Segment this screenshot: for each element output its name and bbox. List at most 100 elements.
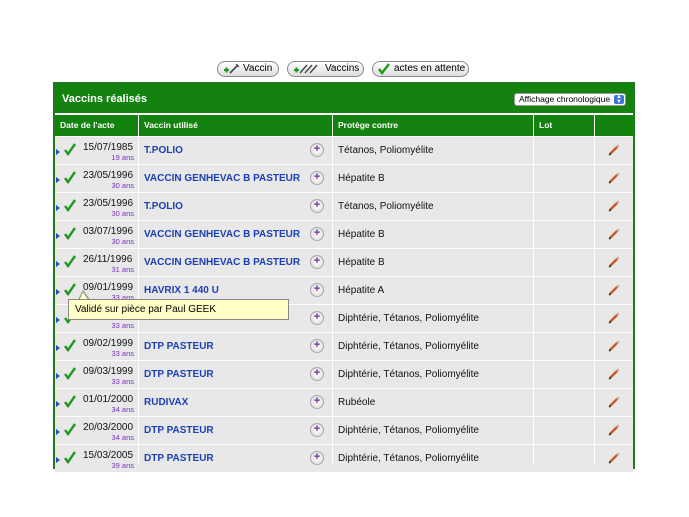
plus-icon[interactable]: + <box>310 311 324 325</box>
lot-cell <box>534 193 594 220</box>
pencil-icon[interactable] <box>608 395 620 413</box>
protects-cell: Rubéole <box>333 389 533 416</box>
act-date: 09/02/1999 <box>83 338 134 349</box>
pencil-icon[interactable] <box>608 339 620 357</box>
check-icon <box>63 395 77 413</box>
vaccine-cell: T.POLIO + <box>139 137 332 164</box>
vaccine-link[interactable]: DTP PASTEUR <box>144 369 214 380</box>
pencil-icon[interactable] <box>608 227 620 245</box>
protects-against: Diphtérie, Tétanos, Poliomyélite <box>338 369 479 380</box>
pending-acts-button[interactable]: actes en attente <box>372 61 469 77</box>
expand-row-icon[interactable] <box>56 317 60 323</box>
expand-row-icon[interactable] <box>56 373 60 379</box>
vaccine-cell: DTP PASTEUR + <box>139 445 332 472</box>
table-row: 15/03/2005 39 ans DTP PASTEUR + Diphtéri… <box>55 445 633 472</box>
vaccine-link[interactable]: DTP PASTEUR <box>144 341 214 352</box>
protects-against: Hépatite B <box>338 173 385 184</box>
expand-row-icon[interactable] <box>56 177 60 183</box>
plus-icon[interactable]: + <box>310 367 324 381</box>
expand-row-icon[interactable] <box>56 261 60 267</box>
protects-cell: Hépatite B <box>333 165 533 192</box>
check-icon <box>63 171 77 189</box>
syringe-icon <box>222 63 240 75</box>
actions-cell <box>595 333 633 360</box>
vaccine-link[interactable]: RUDIVAX <box>144 397 188 408</box>
sort-select-value: Affichage chronologique <box>519 94 611 104</box>
vaccine-cell: DTP PASTEUR + <box>139 361 332 388</box>
col-header-vaccine[interactable]: Vaccin utilisé <box>139 115 332 136</box>
expand-row-icon[interactable] <box>56 345 60 351</box>
expand-row-icon[interactable] <box>56 233 60 239</box>
vaccine-link[interactable]: DTP PASTEUR <box>144 425 214 436</box>
vaccine-link[interactable]: VACCIN GENHEVAC B PASTEUR <box>144 173 300 184</box>
vaccine-link[interactable]: VACCIN GENHEVAC B PASTEUR <box>144 229 300 240</box>
vaccine-link[interactable]: T.POLIO <box>144 145 183 156</box>
pencil-icon[interactable] <box>608 199 620 217</box>
pencil-icon[interactable] <box>608 423 620 441</box>
add-vaccins-label: Vaccins <box>325 63 360 74</box>
expand-row-icon[interactable] <box>56 149 60 155</box>
vaccine-link[interactable]: VACCIN GENHEVAC B PASTEUR <box>144 257 300 268</box>
plus-icon[interactable]: + <box>310 171 324 185</box>
check-icon <box>63 143 77 161</box>
date-cell: 23/05/1996 30 ans <box>55 193 138 220</box>
vaccine-link[interactable]: T.POLIO <box>144 201 183 212</box>
plus-icon[interactable]: + <box>310 283 324 297</box>
plus-icon[interactable]: + <box>310 199 324 213</box>
col-header-lot[interactable]: Lot <box>534 115 594 136</box>
pencil-icon[interactable] <box>608 143 620 161</box>
patient-age: 30 ans <box>111 237 134 246</box>
plus-icon[interactable]: + <box>310 423 324 437</box>
date-cell: 03/07/1996 30 ans <box>55 221 138 248</box>
plus-icon[interactable]: + <box>310 395 324 409</box>
expand-row-icon[interactable] <box>56 289 60 295</box>
protects-cell: Diphtérie, Tétanos, Poliomyélite <box>333 305 533 332</box>
patient-age: 33 ans <box>111 321 134 330</box>
vaccine-link[interactable]: DTP PASTEUR <box>144 453 214 464</box>
plus-icon[interactable]: + <box>310 451 324 465</box>
table-row: 23/05/1996 30 ans VACCIN GENHEVAC B PAST… <box>55 165 633 192</box>
pencil-icon[interactable] <box>608 283 620 301</box>
column-divider <box>594 115 595 465</box>
protects-cell: Hépatite B <box>333 249 533 276</box>
vaccine-link[interactable]: HAVRIX 1 440 U <box>144 285 219 296</box>
date-cell: 09/02/1999 33 ans <box>55 333 138 360</box>
lot-cell <box>534 165 594 192</box>
sort-select[interactable]: Affichage chronologique ▲ ▼ <box>514 93 626 106</box>
act-date: 20/03/2000 <box>83 422 134 433</box>
add-vaccin-button[interactable]: Vaccin <box>217 61 279 77</box>
protects-cell: Diphtérie, Tétanos, Poliomyélite <box>333 361 533 388</box>
table-row: 09/02/1999 33 ans DTP PASTEUR + Diphtéri… <box>55 333 633 360</box>
add-vaccins-button[interactable]: Vaccins <box>287 61 364 77</box>
check-icon <box>63 423 77 441</box>
plus-icon[interactable]: + <box>310 339 324 353</box>
protects-cell: Diphtérie, Tétanos, Poliomyélite <box>333 445 533 472</box>
plus-icon[interactable]: + <box>310 227 324 241</box>
col-header-protects[interactable]: Protège contre <box>333 115 533 136</box>
vaccine-cell: T.POLIO + <box>139 193 332 220</box>
pencil-icon[interactable] <box>608 367 620 385</box>
plus-icon[interactable]: + <box>310 143 324 157</box>
col-header-date[interactable]: Date de l'acte <box>55 115 138 136</box>
pencil-icon[interactable] <box>608 171 620 189</box>
protects-cell: Hépatite B <box>333 221 533 248</box>
pencil-icon[interactable] <box>608 451 620 469</box>
patient-age: 30 ans <box>111 181 134 190</box>
plus-icon[interactable]: + <box>310 255 324 269</box>
table-row: 20/03/2000 34 ans DTP PASTEUR + Diphtéri… <box>55 417 633 444</box>
act-date: 23/05/1996 <box>83 170 134 181</box>
actions-cell <box>595 445 633 472</box>
vaccine-cell: DTP PASTEUR + <box>139 417 332 444</box>
pencil-icon[interactable] <box>608 255 620 273</box>
protects-against: Diphtérie, Tétanos, Poliomyélite <box>338 341 479 352</box>
select-arrows-icon: ▲ ▼ <box>614 94 624 105</box>
actions-cell <box>595 193 633 220</box>
panel-title: Vaccins réalisés <box>62 93 148 105</box>
patient-age: 33 ans <box>111 349 134 358</box>
lot-cell <box>534 361 594 388</box>
expand-row-icon[interactable] <box>56 401 60 407</box>
expand-row-icon[interactable] <box>56 205 60 211</box>
expand-row-icon[interactable] <box>56 429 60 435</box>
pencil-icon[interactable] <box>608 311 620 329</box>
expand-row-icon[interactable] <box>56 457 60 463</box>
